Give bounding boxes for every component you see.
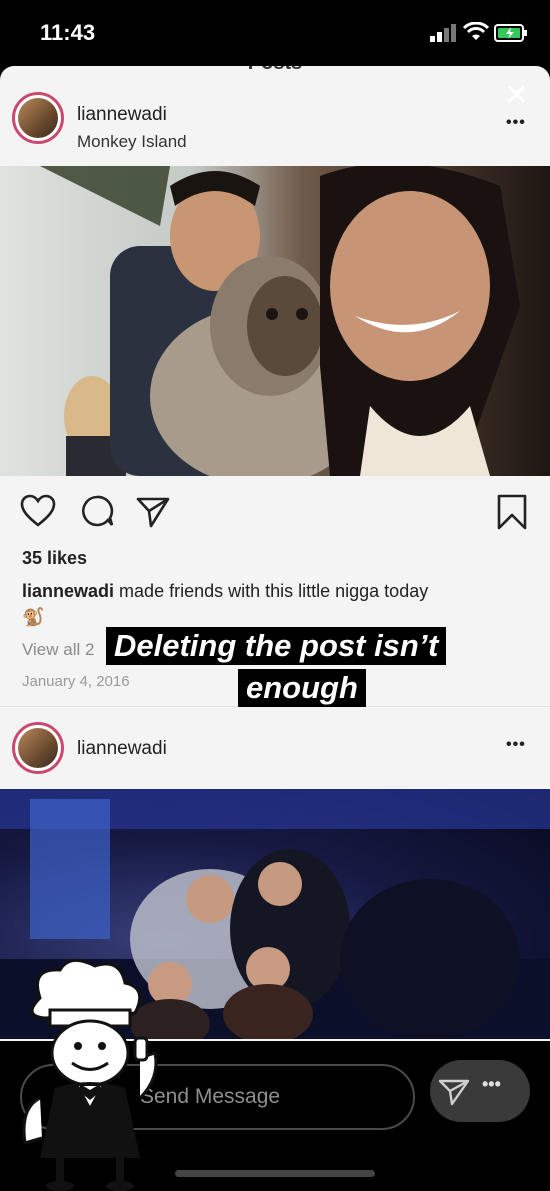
heart-icon (20, 494, 56, 527)
monkey-emoji: 🐒 (22, 607, 45, 627)
caption-username[interactable]: liannewadi (22, 581, 114, 601)
view-all-comments[interactable]: View all 2 (22, 640, 94, 660)
post-location[interactable]: Monkey Island (77, 132, 187, 152)
post-photo[interactable] (0, 166, 550, 476)
post-username[interactable]: liannewadi (77, 738, 167, 760)
signal-icon (430, 24, 456, 42)
avatar[interactable] (12, 92, 64, 144)
avatar[interactable] (12, 722, 64, 774)
post-screenshot-card: Posts liannewadi Monkey Island ✕ ••• (0, 66, 550, 1041)
post-date: January 4, 2016 (22, 673, 130, 690)
share-button[interactable] (136, 496, 170, 528)
bookmark-icon (497, 494, 527, 530)
overlay-caption-line1: Deleting the post isn’t (106, 627, 447, 665)
like-button[interactable] (20, 494, 56, 528)
save-button[interactable] (496, 494, 528, 530)
chef-mascot-icon (22, 958, 158, 1191)
caption-text: made friends with this little nigga toda… (119, 581, 429, 601)
posts-header-title: Posts (0, 66, 550, 75)
avatar-image (18, 728, 58, 768)
post-caption: liannewadi made friends with this little… (22, 578, 532, 630)
comment-icon (81, 495, 114, 527)
overlay-caption-line2: enough (238, 669, 366, 707)
send-actions-button[interactable]: ••• (430, 1060, 530, 1122)
battery-icon (494, 24, 527, 42)
avatar-image (18, 98, 58, 138)
wifi-icon (463, 22, 489, 40)
close-icon[interactable]: ✕ (504, 78, 529, 113)
status-time: 11:43 (40, 20, 96, 45)
send-icon (438, 1079, 470, 1106)
more-options-icon[interactable]: ••• (506, 736, 526, 754)
comment-button[interactable] (80, 494, 114, 528)
send-icon (136, 497, 170, 528)
selfie-with-monkey-photo (0, 166, 550, 476)
likes-count[interactable]: 35 likes (22, 548, 87, 569)
status-bar: 11:43 (0, 0, 550, 66)
more-options-icon[interactable]: ••• (506, 114, 526, 132)
post-username[interactable]: liannewadi (77, 104, 167, 126)
home-indicator (175, 1170, 375, 1177)
more-options-icon[interactable]: ••• (482, 1074, 501, 1095)
